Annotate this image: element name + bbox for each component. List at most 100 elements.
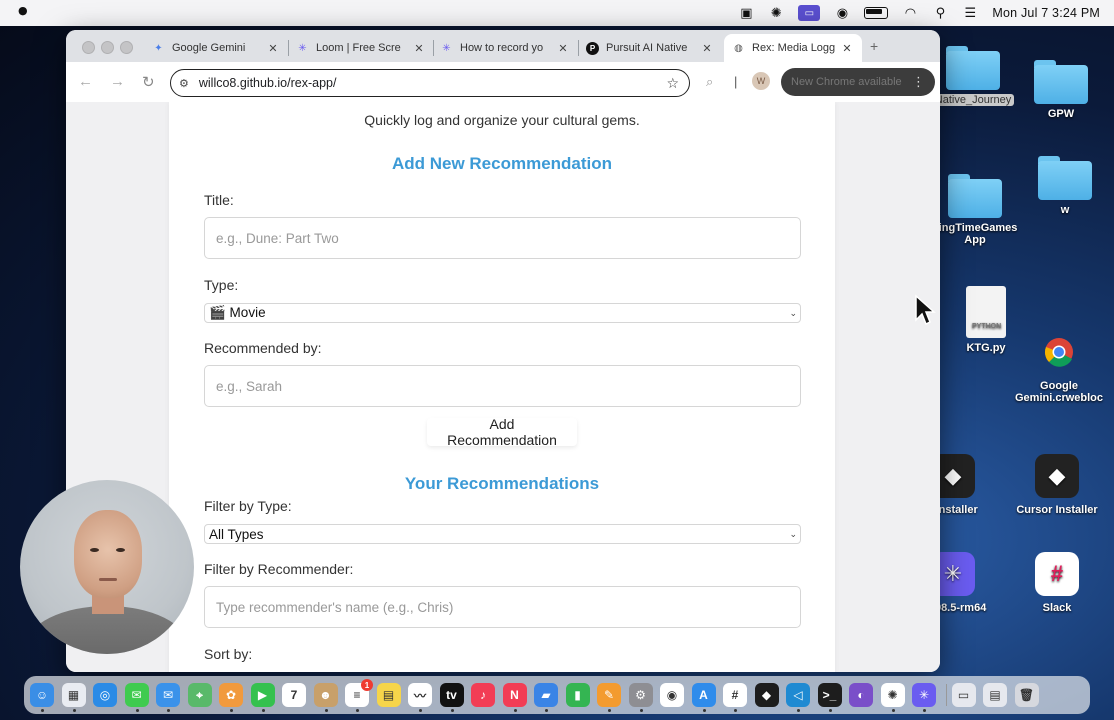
running-indicator	[167, 709, 170, 712]
user-account-icon[interactable]: ◉	[834, 5, 850, 20]
desktop-folder-w[interactable]: w	[1020, 156, 1110, 216]
new-tab-button[interactable]: +	[870, 38, 878, 54]
slack-icon: #	[1035, 552, 1079, 596]
folder-icon	[946, 46, 1000, 90]
minimize-window-button[interactable]	[101, 41, 114, 54]
dock-chatgpt-icon[interactable]: ✺	[880, 683, 905, 707]
desktop-app-cursor-installer[interactable]: ◆ Cursor Installer	[1012, 454, 1102, 516]
spotlight-search-icon[interactable]: ⚲	[932, 5, 948, 20]
dock-slack-icon[interactable]: #	[723, 683, 747, 707]
running-indicator	[135, 709, 139, 712]
site-info-icon[interactable]: ⚙	[179, 77, 189, 90]
tab-loom[interactable]: ✳ Loom | Free Scre ✕	[296, 34, 426, 62]
close-tab-icon[interactable]: ✕	[412, 42, 426, 55]
dock-numbers-icon[interactable]: ▮	[565, 683, 590, 707]
close-tab-icon[interactable]: ✕	[840, 42, 854, 55]
app-card: Quickly log and organize your cultural g…	[169, 102, 835, 672]
desktop-folder-killing-time-games[interactable]: llingTimeGames App	[930, 174, 1020, 246]
screenshot-icon[interactable]: ▣	[738, 5, 754, 20]
running-indicator	[545, 709, 548, 712]
back-arrow-icon[interactable]: ←	[78, 73, 93, 90]
dock-github-desktop-icon[interactable]: ◐	[849, 683, 873, 707]
dock-finder-icon[interactable]: ☺	[30, 683, 54, 707]
dock-downloads-icon[interactable]: ▤	[983, 683, 1007, 707]
menu-bar-clock[interactable]: Mon Jul 7 3:24 PM	[992, 6, 1100, 20]
close-tab-icon[interactable]: ✕	[266, 42, 280, 55]
running-indicator	[797, 709, 800, 712]
tab-strip: ✦ Google Gemini ✕ ✳ Loom | Free Scre ✕ ✳…	[66, 30, 940, 62]
dock-terminal-icon[interactable]: >_	[817, 683, 842, 707]
dock-chrome-icon[interactable]: ◉	[660, 683, 684, 707]
add-recommendation-button[interactable]: Add Recommendation	[427, 416, 577, 448]
dock-music-icon[interactable]: ♪	[471, 683, 495, 707]
dock-notes-icon[interactable]: ▤	[376, 683, 401, 707]
dock-system-settings-icon[interactable]: ⚙	[628, 683, 653, 707]
webcam-overlay[interactable]	[20, 480, 194, 654]
python-file-icon: PYTHON	[966, 286, 1006, 338]
tab-pursuit[interactable]: P Pursuit AI Native ✕	[586, 34, 714, 62]
wifi-icon[interactable]: ◠	[902, 5, 918, 20]
tab-google-gemini[interactable]: ✦ Google Gemini ✕	[152, 34, 280, 62]
browser-toolbar: ← → ↻ ⚙ willco8.github.io/rex-app/ ☆ ⌕ |…	[66, 62, 940, 103]
dock-freeform-icon[interactable]: 〰	[408, 683, 432, 707]
tab-how-to-record[interactable]: ✳ How to record yo ✕	[440, 34, 570, 62]
dock-mail-icon[interactable]: ✉	[156, 683, 180, 707]
chevron-down-icon: ⌄	[789, 528, 797, 539]
desktop-app-slack[interactable]: # Slack	[1012, 552, 1102, 614]
dock-trash-icon[interactable]: 🗑	[1014, 683, 1039, 707]
title-input[interactable]: e.g., Dune: Part Two	[204, 217, 801, 259]
running-indicator	[356, 709, 359, 712]
dock-app-store-icon[interactable]: A	[691, 683, 716, 707]
chrome-update-button[interactable]: New Chrome available ⋮	[781, 68, 935, 96]
address-bar[interactable]: ⚙ willco8.github.io/rex-app/ ☆	[170, 69, 690, 97]
desktop-folder-gpw[interactable]: GPW	[1016, 60, 1106, 120]
bookmark-star-icon[interactable]: ☆	[666, 75, 679, 92]
apple-logo-icon[interactable]: ●	[18, 4, 28, 17]
filter-type-select[interactable]: All Types ⌄	[204, 524, 801, 544]
running-indicator	[230, 709, 233, 712]
window-controls	[82, 41, 133, 54]
close-tab-icon[interactable]: ✕	[556, 42, 570, 55]
recommender-input[interactable]: e.g., Sarah	[204, 365, 801, 407]
running-indicator	[324, 709, 328, 712]
close-tab-icon[interactable]: ✕	[700, 42, 714, 55]
dock-tv-icon[interactable]: tv	[439, 683, 464, 707]
dock-loom-icon[interactable]: ✳	[912, 683, 936, 707]
desktop-folder-native-journey[interactable]: Native_Journey	[928, 46, 1018, 106]
reload-icon[interactable]: ↻	[142, 73, 155, 91]
control-center-icon[interactable]: ☰	[962, 5, 978, 20]
openai-icon[interactable]: ✺	[768, 5, 784, 20]
forward-arrow-icon[interactable]: →	[110, 73, 125, 90]
filter-type-label: Filter by Type:	[204, 498, 292, 514]
dock-facetime-icon[interactable]: ▶	[250, 683, 275, 707]
dock-reminders-icon[interactable]: ≡ 1	[345, 679, 373, 707]
filter-recommender-input[interactable]: Type recommender's name (e.g., Chris)	[204, 586, 801, 628]
battery-icon[interactable]	[864, 7, 889, 19]
running-indicator	[450, 709, 454, 712]
dock-preview-icon[interactable]: ▭	[951, 683, 976, 707]
dock-keynote-icon[interactable]: ▰	[534, 683, 558, 707]
tab-rex-media-logger[interactable]: ◍ Rex: Media Logg ✕	[724, 34, 862, 62]
close-window-button[interactable]	[82, 41, 95, 54]
zoom-window-button[interactable]	[120, 41, 133, 54]
dock-contacts-icon[interactable]: ☻	[313, 683, 338, 707]
running-indicator	[923, 709, 926, 712]
dock-messages-icon[interactable]: ✉	[124, 683, 149, 707]
dock-pages-icon[interactable]: ✎	[597, 683, 621, 707]
dock-calendar-icon[interactable]: 7	[282, 683, 306, 707]
profile-avatar[interactable]: W	[752, 72, 770, 90]
screen-record-icon[interactable]: ▭	[798, 5, 821, 21]
type-select[interactable]: 🎬 Movie ⌄	[204, 303, 801, 323]
dock-cursor-icon[interactable]: ◆	[754, 683, 779, 707]
filter-recommender-label: Filter by Recommender:	[204, 561, 354, 577]
dock-safari-icon[interactable]: ◎	[93, 683, 117, 707]
dock-separator	[945, 684, 947, 706]
dock-photos-icon[interactable]: ✿	[219, 683, 243, 707]
desktop-file-gemini-webloc[interactable]: Google Gemini.crwebloc	[1014, 330, 1104, 404]
dock-vs-code-icon[interactable]: ◁	[786, 683, 810, 707]
chrome-menu-icon[interactable]: ⋮	[912, 74, 925, 90]
dock-news-icon[interactable]: N	[502, 683, 527, 707]
dock-launchpad-icon[interactable]: ▦	[61, 683, 86, 707]
dock-maps-icon[interactable]: ⌖	[187, 683, 212, 707]
lens-search-icon[interactable]: ⌕	[706, 74, 713, 90]
